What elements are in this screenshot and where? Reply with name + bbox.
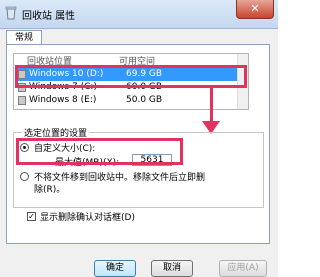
ok-button[interactable]: 确定 [94,260,136,277]
apply-button[interactable]: 应用(A) [219,260,267,277]
drive-icon [18,96,26,105]
title-bar: 回收站 属性 ✕ [0,0,278,29]
highlight-box-custom-size [16,138,183,165]
confirm-dialog-checkbox[interactable]: ✓ [27,212,36,221]
confirm-dialog-label: 显示删除确认对话框(D) [40,213,135,223]
window-title: 回收站 属性 [22,11,76,22]
close-button[interactable]: ✕ [236,0,274,19]
recycle-bin-icon [5,6,17,20]
tab-general[interactable]: 常规 [6,30,42,45]
no-move-radio[interactable] [20,172,29,181]
list-item[interactable]: Windows 8 (E:) 50.0 GB [15,94,237,107]
no-move-label-line2: 除(R)。 [34,185,66,195]
cancel-button[interactable]: 取消 [151,260,193,277]
highlight-box-selected-drive [15,65,247,88]
